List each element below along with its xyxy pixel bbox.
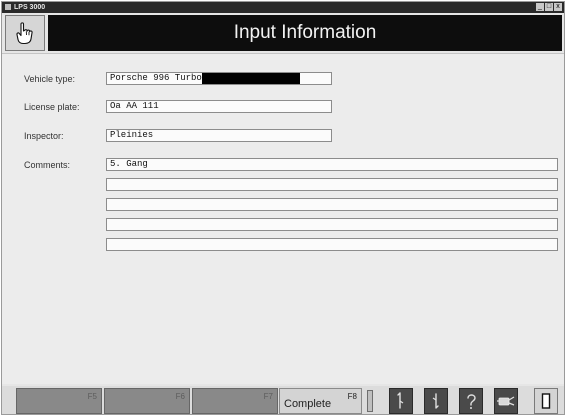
help-button[interactable]: [459, 388, 483, 414]
document-button[interactable]: [534, 388, 558, 414]
pointing-hand-icon: [16, 22, 33, 45]
home-button[interactable]: [5, 15, 45, 51]
header: Input Information: [2, 13, 564, 53]
left-hand-button[interactable]: [389, 388, 413, 414]
selection-block: [201, 73, 300, 84]
vehicle-type-field[interactable]: Porsche 996 Turbo: [106, 72, 332, 85]
license-plate-label: License plate:: [24, 102, 80, 112]
inspector-field[interactable]: Pleinies: [106, 129, 332, 142]
comments-line-2[interactable]: [106, 178, 558, 191]
f5-button[interactable]: F5: [16, 388, 102, 414]
app-window: LPS 3000 _ □ x Input Information Vehicle…: [1, 1, 565, 415]
close-button[interactable]: x: [554, 3, 562, 11]
document-icon: [541, 393, 551, 409]
vehicle-type-value: Porsche 996 Turbo: [110, 73, 202, 83]
left-hand-icon: [397, 392, 404, 409]
window-title: LPS 3000: [14, 4, 46, 11]
page-title: Input Information: [48, 15, 562, 51]
f5-key-label: F5: [87, 392, 97, 401]
right-hand-button[interactable]: [424, 388, 448, 414]
f6-button[interactable]: F6: [104, 388, 190, 414]
inspector-label: Inspector:: [24, 131, 64, 141]
minimize-button[interactable]: _: [536, 3, 544, 11]
connector-button[interactable]: [494, 388, 518, 414]
comments-line-1[interactable]: 5. Gang: [106, 158, 558, 171]
f8-key-label: F8: [347, 392, 357, 401]
f7-button[interactable]: F7: [192, 388, 278, 414]
maximize-button[interactable]: □: [545, 3, 553, 11]
comments-line-5[interactable]: [106, 238, 558, 251]
complete-label: Complete: [284, 398, 332, 410]
app-icon: [5, 4, 11, 10]
f6-key-label: F6: [175, 392, 185, 401]
comments-line-4[interactable]: [106, 218, 558, 231]
connector-icon: [497, 396, 515, 406]
comments-line-3[interactable]: [106, 198, 558, 211]
function-key-bar: F5 F6 F7 Complete F8: [2, 386, 564, 414]
title-bar: LPS 3000 _ □ x: [2, 2, 564, 13]
complete-button[interactable]: Complete F8: [279, 388, 362, 414]
license-plate-field[interactable]: Oa AA 111: [106, 100, 332, 113]
f7-key-label: F7: [263, 392, 273, 401]
input-form: Vehicle type: Porsche 996 Turbo License …: [2, 53, 564, 384]
window-controls: _ □ x: [536, 3, 562, 11]
comments-label: Comments:: [24, 160, 71, 170]
vehicle-type-label: Vehicle type:: [24, 74, 76, 84]
divider-button[interactable]: [367, 390, 373, 412]
question-icon: [467, 394, 476, 409]
right-hand-icon: [432, 393, 439, 409]
